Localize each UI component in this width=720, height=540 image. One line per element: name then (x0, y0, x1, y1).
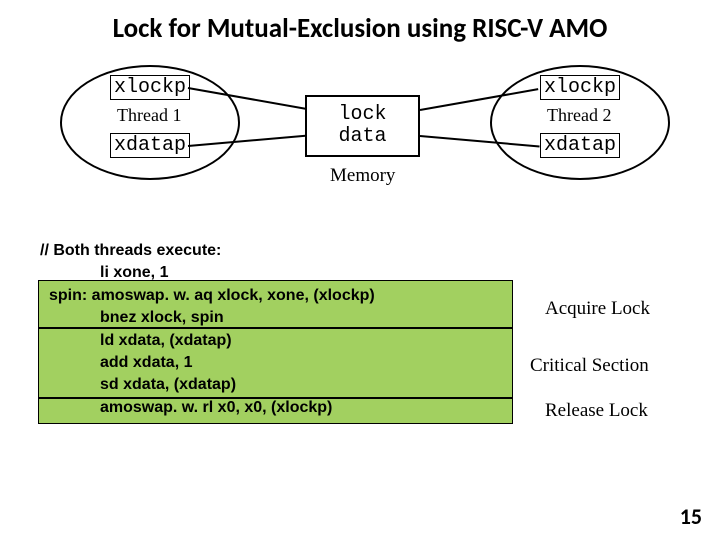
label-acquire: Acquire Lock (545, 298, 650, 320)
thread2-name: Thread 2 (547, 105, 611, 126)
thread2-xlockp: xlockp (540, 75, 620, 100)
thread1-xlockp: xlockp (110, 75, 190, 100)
memory-label: Memory (330, 165, 395, 187)
memory-box: lock data (305, 95, 420, 157)
memory-data: data (338, 126, 386, 148)
thread1-xdatap: xdatap (110, 133, 190, 158)
code-line-4: ld xdata, (xdatap) (40, 330, 680, 352)
code-line-6: sd xdata, (xdatap) (40, 374, 680, 396)
memory-lock: lock (338, 104, 386, 126)
thread1-name: Thread 1 (117, 105, 181, 126)
threads-memory-diagram: xlockp Thread 1 xdatap xlockp Thread 2 x… (0, 65, 720, 225)
code-line-1: li xone, 1 (40, 262, 680, 284)
label-release: Release Lock (545, 400, 648, 422)
slide-title: Lock for Mutual-Exclusion using RISC-V A… (0, 12, 720, 45)
page-number: 15 (680, 503, 702, 530)
code-line-0: // Both threads execute: (40, 240, 680, 262)
code-block: // Both threads execute: li xone, 1 spin… (40, 240, 680, 419)
thread2-xdatap: xdatap (540, 133, 620, 158)
label-critical: Critical Section (530, 355, 649, 377)
